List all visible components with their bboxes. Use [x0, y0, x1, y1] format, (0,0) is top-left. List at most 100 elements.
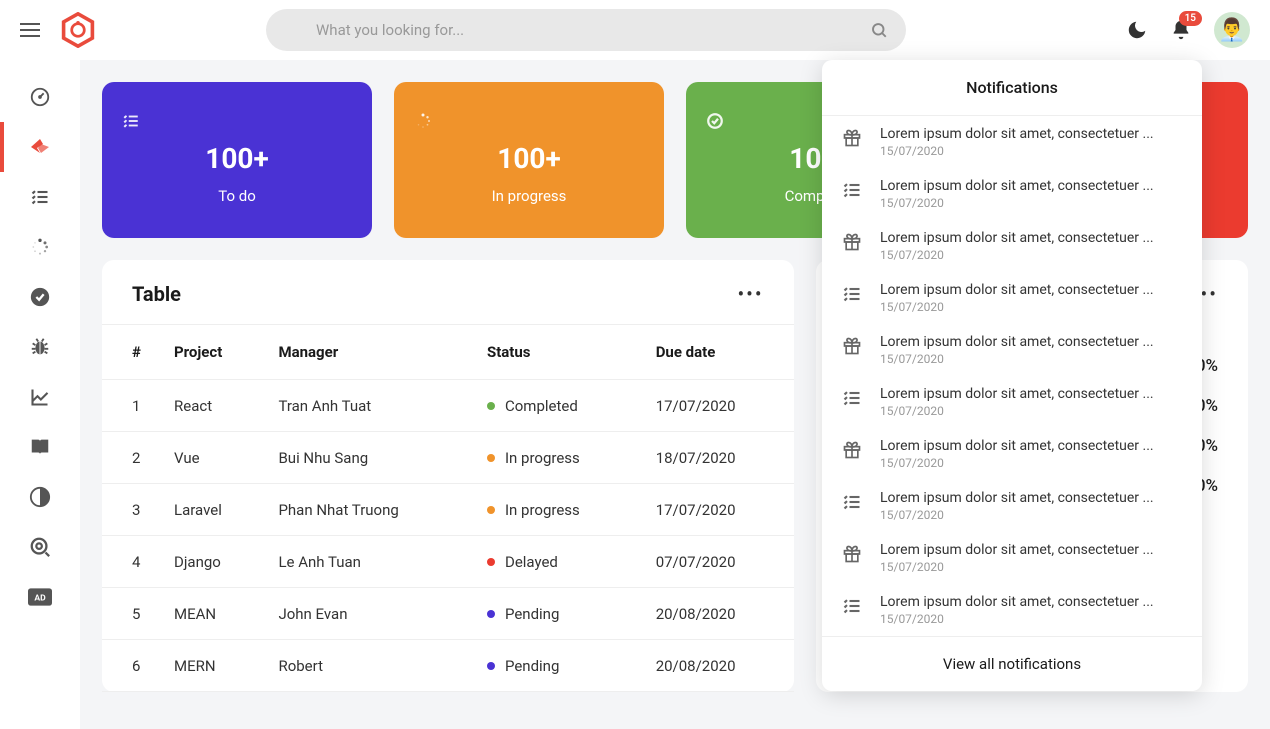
- notification-date: 15/07/2020: [880, 612, 1172, 626]
- row-num: 3: [102, 484, 162, 536]
- status-dot: [487, 610, 495, 618]
- tasks-icon: [842, 596, 862, 616]
- search-input[interactable]: [316, 21, 856, 39]
- projects-table: #ProjectManagerStatusDue date 1 React Tr…: [102, 324, 794, 692]
- sidebar-item-approved[interactable]: [0, 272, 80, 322]
- notification-date: 15/07/2020: [880, 248, 1172, 262]
- stat-card-todo[interactable]: 100+ To do: [102, 82, 372, 238]
- notification-text: Lorem ipsum dolor sit amet, consectetuer…: [880, 438, 1172, 454]
- spinner-icon: [414, 112, 644, 130]
- table-row[interactable]: 4 Django Le Anh Tuan Delayed 07/07/2020: [102, 536, 794, 588]
- table-row[interactable]: 2 Vue Bui Nhu Sang In progress 18/07/202…: [102, 432, 794, 484]
- table-row[interactable]: 6 MERN Robert Pending 20/08/2020: [102, 640, 794, 692]
- row-due: 18/07/2020: [644, 432, 794, 484]
- notification-date: 15/07/2020: [880, 404, 1172, 418]
- notification-item[interactable]: Lorem ipsum dolor sit amet, consectetuer…: [822, 220, 1202, 272]
- list-icon: [122, 112, 352, 130]
- row-project: MEAN: [162, 588, 266, 640]
- row-due: 17/07/2020: [644, 380, 794, 432]
- table-row[interactable]: 3 Laravel Phan Nhat Truong In progress 1…: [102, 484, 794, 536]
- notification-date: 15/07/2020: [880, 560, 1172, 574]
- tasks-icon: [842, 284, 862, 304]
- sidebar-item-ads[interactable]: AD: [0, 572, 80, 622]
- table-more-menu[interactable]: •••: [737, 282, 763, 306]
- row-num: 4: [102, 536, 162, 588]
- row-project: MERN: [162, 640, 266, 692]
- row-project: Vue: [162, 432, 266, 484]
- row-manager: John Evan: [266, 588, 475, 640]
- row-num: 5: [102, 588, 162, 640]
- notification-item[interactable]: Lorem ipsum dolor sit amet, consectetuer…: [822, 428, 1202, 480]
- gift-icon: [842, 232, 862, 252]
- row-due: 20/08/2020: [644, 588, 794, 640]
- search-container: [266, 9, 906, 51]
- table-panel: Table ••• #ProjectManagerStatusDue date …: [102, 260, 794, 692]
- table-row[interactable]: 1 React Tran Anh Tuat Completed 17/07/20…: [102, 380, 794, 432]
- status-dot: [487, 506, 495, 514]
- notification-item[interactable]: Lorem ipsum dolor sit amet, consectetuer…: [822, 272, 1202, 324]
- dark-mode-toggle[interactable]: [1126, 19, 1148, 41]
- sidebar-item-library[interactable]: [0, 422, 80, 472]
- notification-item[interactable]: Lorem ipsum dolor sit amet, consectetuer…: [822, 584, 1202, 636]
- tasks-icon: [842, 180, 862, 200]
- notification-item[interactable]: Lorem ipsum dolor sit amet, consectetuer…: [822, 324, 1202, 376]
- row-manager: Phan Nhat Truong: [266, 484, 475, 536]
- notification-date: 15/07/2020: [880, 456, 1172, 470]
- sidebar-item-contrast[interactable]: [0, 472, 80, 522]
- row-project: Django: [162, 536, 266, 588]
- table-row[interactable]: 5 MEAN John Evan Pending 20/08/2020: [102, 588, 794, 640]
- sidebar-item-analytics[interactable]: [0, 372, 80, 422]
- search-icon[interactable]: [870, 21, 888, 39]
- table-header: Due date: [644, 325, 794, 380]
- app-logo[interactable]: [60, 12, 96, 48]
- sidebar-item-tasks[interactable]: [0, 172, 80, 222]
- gift-icon: [842, 336, 862, 356]
- menu-toggle[interactable]: [20, 23, 40, 37]
- table-header: Manager: [266, 325, 475, 380]
- view-all-notifications[interactable]: View all notifications: [822, 636, 1202, 691]
- status-dot: [487, 662, 495, 670]
- notification-date: 15/07/2020: [880, 300, 1172, 314]
- sidebar-item-bugs[interactable]: [0, 322, 80, 372]
- notifications-badge: 15: [1179, 11, 1202, 26]
- notification-text: Lorem ipsum dolor sit amet, consectetuer…: [880, 594, 1172, 610]
- stat-card-progress[interactable]: 100+ In progress: [394, 82, 664, 238]
- notification-text: Lorem ipsum dolor sit amet, consectetuer…: [880, 386, 1172, 402]
- row-status: Pending: [475, 640, 644, 692]
- notification-date: 15/07/2020: [880, 508, 1172, 522]
- notification-item[interactable]: Lorem ipsum dolor sit amet, consectetuer…: [822, 116, 1202, 168]
- stat-label: To do: [122, 187, 352, 205]
- tasks-icon: [842, 388, 862, 408]
- sidebar-item-search-alt[interactable]: [0, 522, 80, 572]
- notification-text: Lorem ipsum dolor sit amet, consectetuer…: [880, 282, 1172, 298]
- sidebar-item-dashboard[interactable]: [0, 72, 80, 122]
- notification-text: Lorem ipsum dolor sit amet, consectetuer…: [880, 178, 1172, 194]
- notification-item[interactable]: Lorem ipsum dolor sit amet, consectetuer…: [822, 532, 1202, 584]
- notification-item[interactable]: Lorem ipsum dolor sit amet, consectetuer…: [822, 480, 1202, 532]
- status-dot: [487, 558, 495, 566]
- row-project: Laravel: [162, 484, 266, 536]
- row-manager: Tran Anh Tuat: [266, 380, 475, 432]
- status-dot: [487, 402, 495, 410]
- table-header: Status: [475, 325, 644, 380]
- notification-item[interactable]: Lorem ipsum dolor sit amet, consectetuer…: [822, 376, 1202, 428]
- sidebar-item-loading[interactable]: [0, 222, 80, 272]
- row-num: 1: [102, 380, 162, 432]
- row-num: 2: [102, 432, 162, 484]
- gift-icon: [842, 440, 862, 460]
- row-project: React: [162, 380, 266, 432]
- row-manager: Le Anh Tuan: [266, 536, 475, 588]
- row-status: In progress: [475, 484, 644, 536]
- table-title: Table: [132, 282, 181, 306]
- notifications-bell[interactable]: 15: [1170, 19, 1192, 41]
- sidebar: AD: [0, 60, 80, 729]
- notifications-title: Notifications: [822, 60, 1202, 116]
- row-manager: Robert: [266, 640, 475, 692]
- row-status: Completed: [475, 380, 644, 432]
- sidebar-item-projects[interactable]: [0, 122, 80, 172]
- notification-date: 15/07/2020: [880, 196, 1172, 210]
- notification-text: Lorem ipsum dolor sit amet, consectetuer…: [880, 334, 1172, 350]
- user-avatar[interactable]: 👨‍💼: [1214, 12, 1250, 48]
- notification-item[interactable]: Lorem ipsum dolor sit amet, consectetuer…: [822, 168, 1202, 220]
- status-dot: [487, 454, 495, 462]
